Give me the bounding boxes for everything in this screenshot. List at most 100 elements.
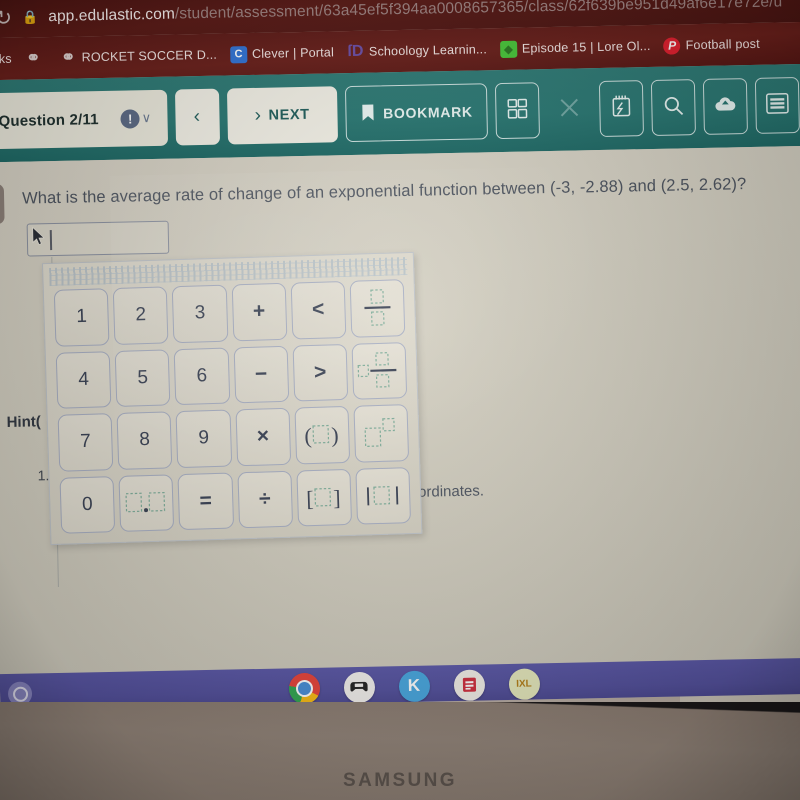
- shield-icon: ⚭: [25, 48, 41, 68]
- bookmark-item[interactable]: C Clever | Portal: [229, 44, 335, 63]
- notepad-icon: [611, 94, 632, 122]
- key-parentheses[interactable]: ( ): [294, 405, 350, 465]
- key-brackets[interactable]: [ ]: [296, 468, 352, 527]
- key-less-than[interactable]: <: [290, 280, 347, 340]
- bookmark-button-label: BOOKMARK: [382, 103, 473, 122]
- bookmark-item[interactable]: ſD Schoology Learnin...: [347, 41, 487, 61]
- shield-icon: ⚭: [60, 47, 76, 67]
- key-minus-label: −: [254, 362, 268, 386]
- bookmark-label: Football post: [685, 36, 760, 53]
- bookmark-item[interactable]: ⚭ ROCKET SOCCER D...: [60, 46, 218, 67]
- bookmark-button[interactable]: BOOKMARK: [344, 83, 489, 143]
- mouse-pointer-icon: [32, 226, 46, 246]
- close-icon: [557, 95, 582, 124]
- key-6-label: 6: [196, 364, 208, 387]
- key-decimal-point[interactable]: [118, 473, 175, 532]
- reload-icon[interactable]: ↻: [0, 6, 12, 29]
- assessment-page: ⋮ What is the average rate of change of …: [0, 145, 800, 675]
- kahoot-icon[interactable]: K: [398, 670, 430, 702]
- hint-label: Hint(: [6, 413, 41, 431]
- info-icon: !: [120, 108, 140, 129]
- key-exponent[interactable]: [353, 404, 410, 463]
- scratchpad-button[interactable]: [599, 80, 645, 138]
- key-9-label: 9: [198, 427, 210, 449]
- previous-question-button[interactable]: ‹: [174, 88, 220, 146]
- ixl-letters: IXL: [516, 677, 532, 690]
- text-caret: [49, 230, 52, 251]
- clever-icon: C: [229, 45, 248, 63]
- key-4-label: 4: [77, 368, 90, 390]
- key-less-than-label: <: [311, 297, 325, 322]
- key-1[interactable]: 1: [53, 288, 110, 347]
- url-path: /student/assessment/63a45ef5f394aa000865…: [174, 0, 783, 23]
- collapse-sidebar-tab[interactable]: ⋮: [0, 183, 5, 225]
- svg-text:): ): [331, 422, 339, 447]
- bookmark-label: Episode 15 | Lore Ol...: [521, 38, 651, 56]
- key-4[interactable]: 4: [55, 350, 112, 409]
- game-controller-icon[interactable]: [343, 671, 375, 703]
- key-6[interactable]: 6: [173, 347, 230, 406]
- chrome-icon[interactable]: [288, 672, 320, 704]
- key-7[interactable]: 7: [57, 413, 114, 472]
- key-divide-label: ÷: [258, 487, 271, 511]
- key-multiply[interactable]: ×: [234, 407, 291, 466]
- key-plus[interactable]: +: [231, 282, 288, 341]
- bookmark-label: Schoology Learnin...: [368, 42, 488, 59]
- calculator-icon: [506, 97, 529, 124]
- cloud-upload-button[interactable]: [703, 78, 749, 135]
- key-3[interactable]: 3: [172, 284, 228, 343]
- key-plus-label: +: [252, 299, 266, 324]
- pinterest-icon: P: [663, 36, 681, 55]
- key-5[interactable]: 5: [114, 348, 171, 407]
- key-divide[interactable]: ÷: [236, 470, 293, 529]
- lore-icon: ◆: [499, 40, 518, 58]
- key-8[interactable]: 8: [116, 411, 173, 470]
- kahoot-letter: K: [407, 675, 421, 695]
- question-info-dropdown[interactable]: ! ∨: [120, 108, 151, 129]
- close-button[interactable]: [547, 81, 592, 138]
- key-mixed-number[interactable]: [351, 341, 408, 400]
- key-equals-label: =: [199, 488, 213, 513]
- next-question-button[interactable]: › NEXT: [226, 86, 338, 145]
- key-0[interactable]: 0: [59, 475, 116, 534]
- key-9[interactable]: 9: [175, 409, 232, 468]
- cloud-upload-icon: [714, 95, 736, 118]
- bookmarks-overflow-label: arks: [0, 51, 12, 67]
- key-0-label: 0: [81, 493, 94, 515]
- lock-icon: 🔒: [21, 9, 39, 25]
- bookmark-label: Clever | Portal: [251, 45, 335, 61]
- key-equals[interactable]: =: [177, 471, 234, 531]
- calculator-button[interactable]: [495, 82, 541, 140]
- next-button-label: NEXT: [268, 106, 310, 124]
- key-fraction[interactable]: [349, 279, 406, 338]
- magnifier-icon: [662, 94, 685, 121]
- key-3-label: 3: [194, 302, 206, 324]
- question-counter-badge: Question 2/11 ! ∨: [0, 89, 168, 150]
- svg-text:[: [: [306, 486, 314, 511]
- key-multiply-label: ×: [256, 424, 270, 448]
- bookmark-item[interactable]: ⚭: [25, 48, 47, 68]
- bookmark-item[interactable]: ◆ Episode 15 | Lore Ol...: [499, 37, 651, 58]
- laptop-screen: ↻ 🔒 app.edulastic.com/student/assessment…: [0, 0, 800, 711]
- question-counter-label: Question 2/11: [0, 110, 99, 130]
- question-list-button[interactable]: [755, 77, 800, 134]
- math-keypad[interactable]: 1 2 3 + < 4 5 6 − > 7 8 9 × ( ) 0 = ÷ []: [41, 251, 423, 546]
- key-2[interactable]: 2: [112, 286, 169, 345]
- bookmark-label: ROCKET SOCCER D...: [81, 47, 218, 65]
- answer-input[interactable]: [26, 220, 170, 257]
- hint-tail-text: ordinates.: [417, 482, 485, 501]
- ixl-icon[interactable]: IXL: [508, 667, 540, 700]
- bookmark-item[interactable]: P Football post: [663, 35, 760, 55]
- bookmark-icon: [360, 103, 375, 124]
- key-absolute-value[interactable]: [355, 466, 412, 525]
- url-text[interactable]: app.edulastic.com/student/assessment/63a…: [48, 0, 782, 26]
- slides-icon[interactable]: [453, 668, 485, 701]
- list-menu-icon: [765, 92, 790, 119]
- question-text: What is the average rate of change of an…: [21, 175, 747, 208]
- key-1-label: 1: [76, 306, 88, 328]
- device-brand-label: SAMSUNG: [343, 770, 457, 791]
- key-greater-than[interactable]: >: [292, 343, 349, 402]
- chevron-right-icon: ›: [254, 104, 262, 126]
- magnifier-button[interactable]: [651, 79, 697, 136]
- key-minus[interactable]: −: [233, 345, 289, 404]
